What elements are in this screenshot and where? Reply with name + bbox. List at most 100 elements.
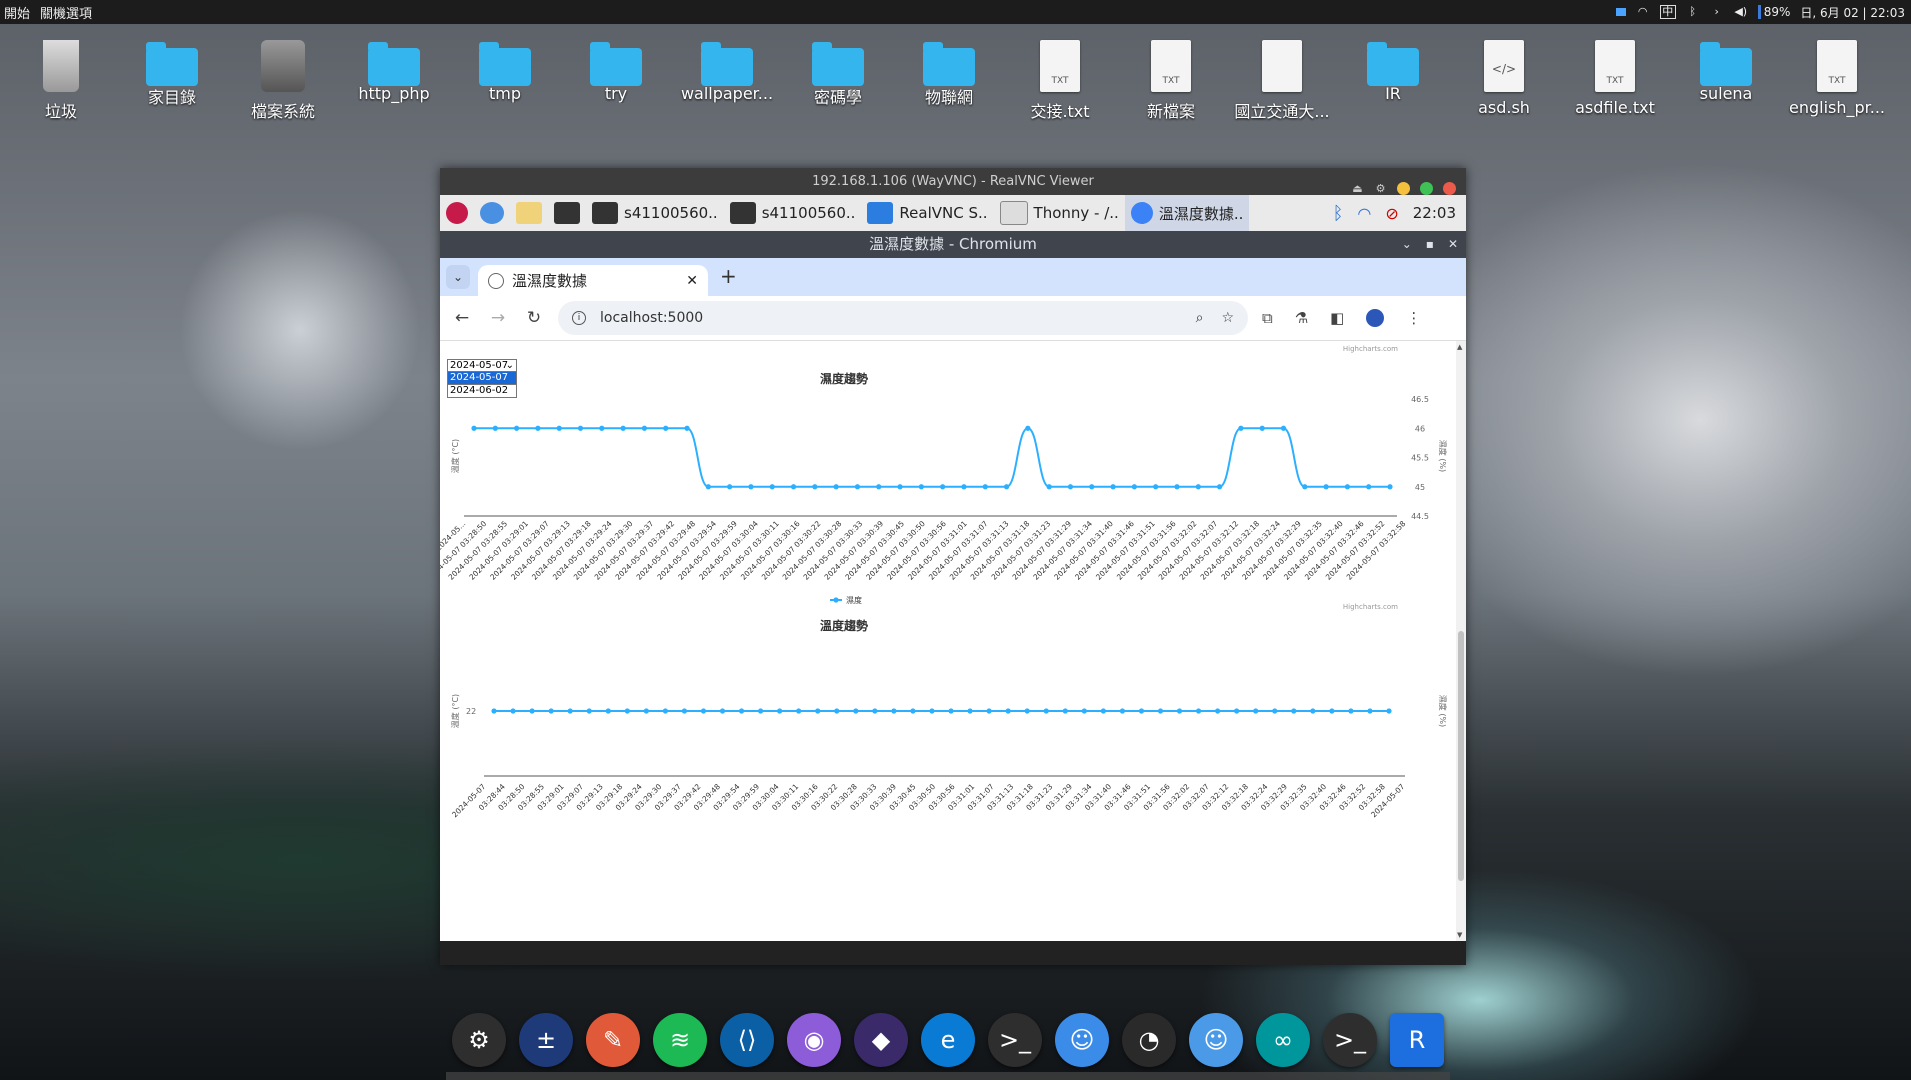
task-chromium[interactable]: 溫濕度數據.. [1124, 195, 1250, 231]
chromium-titlebar[interactable]: 溫濕度數據 - Chromium ⌄ ▪ ✕ [440, 231, 1466, 258]
desktop-icon-folder[interactable]: 物聯網 [894, 40, 1004, 108]
date-option[interactable]: 2024-06-02 [447, 385, 517, 398]
data-point [1110, 484, 1116, 490]
raspberry-menu[interactable] [440, 195, 474, 231]
eject-icon[interactable]: ⏏ [1351, 175, 1364, 202]
profile-avatar[interactable] [1366, 309, 1385, 327]
tab-active[interactable]: 溫濕度數據 ✕ [478, 265, 708, 296]
task-thonny[interactable]: Thonny - /.. [994, 195, 1125, 231]
desktop-icon-folder[interactable]: 密碼學 [783, 40, 893, 108]
date-select[interactable]: 2024-05-07 ⌄ 2024-05-07 2024-06-02 [447, 359, 517, 398]
date-option[interactable]: 2024-05-07 [447, 372, 517, 385]
start-menu[interactable]: 開始 [0, 3, 36, 22]
remote-clock[interactable]: 22:03 [1413, 204, 1456, 222]
desktop-icon-folder[interactable]: 家目錄 [117, 40, 227, 108]
date-select-current[interactable]: 2024-05-07 ⌄ [447, 359, 517, 372]
launcher-files[interactable] [510, 195, 548, 231]
scroll-down-icon[interactable]: ▼ [1457, 931, 1462, 939]
globe-icon [480, 202, 504, 224]
new-tab-button[interactable]: + [720, 264, 737, 288]
gear-icon[interactable]: ⚙ [1374, 175, 1387, 202]
desktop-icon-folder[interactable]: http_php [339, 40, 449, 103]
terminal-alt-icon[interactable]: >_ [1323, 1013, 1377, 1067]
terminal-icon[interactable]: >_ [988, 1013, 1042, 1067]
close-icon[interactable]: ✕ [1448, 231, 1458, 258]
maximize-icon[interactable]: ▪ [1426, 231, 1434, 258]
shutdown-menu[interactable]: 關機選項 [36, 3, 98, 22]
close-tab-icon[interactable]: ✕ [686, 273, 698, 289]
remote-taskbar: s41100560.. s41100560.. RealVNC S.. Thon… [440, 195, 1466, 231]
volume-icon[interactable]: ◀) [1734, 6, 1748, 18]
desktop-icon-trash[interactable]: 垃圾 [6, 40, 116, 122]
expand-icon[interactable]: › [1710, 6, 1724, 18]
minimize-button[interactable] [1397, 182, 1410, 195]
desktop-icon-drive[interactable]: 檔案系統 [228, 40, 338, 122]
scrollbar-thumb[interactable] [1458, 631, 1464, 881]
menu-kebab-icon[interactable]: ⋮ [1406, 309, 1421, 327]
tab-search-button[interactable]: ⌄ [446, 265, 470, 289]
desktop-icon-folder[interactable]: IR [1338, 40, 1448, 103]
finder-alt-icon[interactable]: ☺ [1189, 1013, 1243, 1067]
bluetooth-icon[interactable]: ᛒ [1333, 203, 1344, 224]
battery-indicator[interactable]: 89% [1757, 5, 1790, 19]
wifi-icon[interactable]: ◠ [1357, 204, 1371, 223]
desktop-icon-folder[interactable]: tmp [450, 40, 560, 103]
credit-label: Highcharts.com [1343, 345, 1398, 353]
calculator-icon[interactable]: ± [519, 1013, 573, 1067]
finder-icon[interactable]: ☺ [1055, 1013, 1109, 1067]
desktop-icon-script[interactable]: </> asd.sh [1449, 40, 1559, 117]
scroll-up-icon[interactable]: ▲ [1457, 343, 1462, 351]
github-icon[interactable]: ◉ [787, 1013, 841, 1067]
task-terminal-2[interactable]: s41100560.. [724, 195, 862, 231]
site-info-icon[interactable]: i [572, 311, 586, 325]
desktop-icon-txt[interactable]: TXT english_pr... [1782, 40, 1892, 117]
close-button[interactable] [1443, 182, 1456, 195]
volume-muted-icon[interactable]: ⊘ [1385, 204, 1398, 223]
notification-icon[interactable] [1615, 8, 1626, 16]
trash-icon [43, 40, 79, 92]
reload-button[interactable]: ↻ [516, 308, 552, 328]
system-tray: ◠ 中 ᛒ › ◀) 89% 日, 6月 02 | 22:03 [1615, 4, 1911, 21]
back-button[interactable]: ← [444, 308, 480, 328]
text-editor-icon[interactable]: ✎ [586, 1013, 640, 1067]
address-bar[interactable]: i localhost:5000 ⌕ ☆ [558, 301, 1248, 335]
bluetooth-icon[interactable]: ᛒ [1686, 6, 1700, 18]
bookmark-star-icon[interactable]: ☆ [1221, 310, 1234, 326]
input-method-icon[interactable]: 中 [1659, 5, 1676, 19]
chevron-down-icon[interactable]: ⌄ [1402, 231, 1412, 258]
forward-button[interactable]: → [480, 308, 516, 328]
data-point [719, 708, 726, 714]
vnc-titlebar[interactable]: 192.168.1.106 (WayVNC) - RealVNC Viewer … [440, 168, 1466, 195]
desktop-icon-txt[interactable]: TXT 交接.txt [1005, 40, 1115, 122]
desktop-icon-txt[interactable]: TXT 新檔案 [1116, 40, 1226, 122]
launcher-browser[interactable] [474, 195, 510, 231]
clock[interactable]: 日, 6月 02 | 22:03 [1800, 4, 1905, 21]
desktop-icon-folder[interactable]: try [561, 40, 671, 103]
folder-icon [1367, 42, 1419, 86]
wifi-icon[interactable]: ◠ [1636, 6, 1650, 18]
edge-icon[interactable]: e [921, 1013, 975, 1067]
task-terminal-1[interactable]: s41100560.. [586, 195, 724, 231]
vscode-icon[interactable]: ⟨⟩ [720, 1013, 774, 1067]
side-panel-icon[interactable]: ◧ [1330, 309, 1344, 327]
desktop-icon-doc[interactable]: 國立交通大... [1227, 40, 1337, 122]
url-text[interactable]: localhost:5000 [600, 310, 703, 326]
extensions-icon[interactable]: ⧉ [1262, 309, 1273, 327]
realvnc-icon[interactable]: R [1390, 1013, 1444, 1067]
page-scrollbar[interactable]: ▲ ▼ [1456, 341, 1466, 941]
desktop-icon-folder[interactable]: wallpaper... [672, 40, 782, 103]
settings-icon[interactable]: ⚙ [452, 1013, 506, 1067]
launcher-terminal[interactable] [548, 195, 586, 231]
arduino-icon[interactable]: ∞ [1256, 1013, 1310, 1067]
y-tick-label: 44.5 [1411, 512, 1429, 521]
maximize-button[interactable] [1420, 182, 1433, 195]
spotify-icon[interactable]: ≋ [653, 1013, 707, 1067]
series-line [474, 427, 1390, 488]
obsidian-icon[interactable]: ◆ [854, 1013, 908, 1067]
desktop-icon-folder[interactable]: sulena [1671, 40, 1781, 103]
desktop-icon-txt[interactable]: TXT asdfile.txt [1560, 40, 1670, 117]
zoom-icon[interactable]: ⌕ [1196, 310, 1204, 326]
system-monitor-icon[interactable]: ◔ [1122, 1013, 1176, 1067]
task-realvnc[interactable]: RealVNC S.. [861, 195, 993, 231]
labs-icon[interactable]: ⚗ [1295, 309, 1308, 327]
